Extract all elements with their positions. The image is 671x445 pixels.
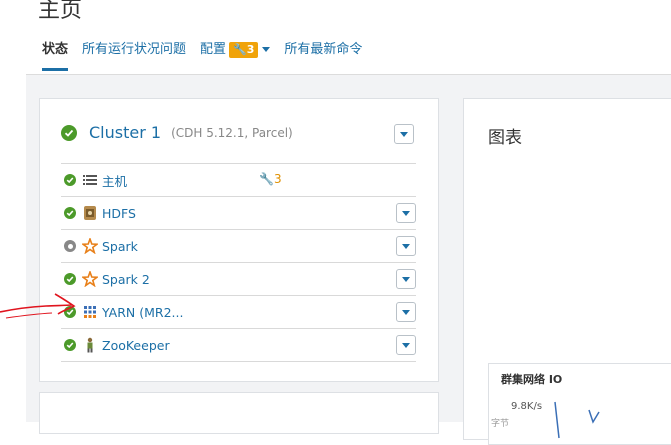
- service-name-link[interactable]: YARN (MR2...: [102, 305, 183, 320]
- tab-recent-commands[interactable]: 所有最新命令: [284, 41, 362, 59]
- chart-y-tick: 9.8K/s: [511, 401, 543, 412]
- hdfs-icon: [82, 205, 98, 221]
- service-row-hdfs: HDFS: [61, 196, 416, 229]
- charts-title: 图表: [488, 128, 522, 148]
- chevron-down-icon[interactable]: [262, 47, 271, 52]
- service-row-yarn: YARN (MR2...: [61, 295, 416, 328]
- chart-plot: [554, 401, 600, 439]
- charts-panel: 图表 群集网络 IO 9.8K/s 字节: [463, 98, 671, 445]
- service-actions-dropdown[interactable]: [396, 335, 416, 355]
- config-issues-badge[interactable]: 🔧3: [229, 42, 259, 58]
- service-list: 主机 🔧 3 HDFS Spark Spark 2 YARN (MR2... Z…: [61, 163, 416, 362]
- service-actions-dropdown[interactable]: [396, 236, 416, 256]
- tab-health-issues[interactable]: 所有运行状况问题: [82, 41, 186, 59]
- page-header: 主页 状态 所有运行状况问题 配置 🔧3 所有最新命令: [26, 0, 671, 75]
- tab-configuration-label: 配置: [200, 42, 227, 57]
- wrench-icon: 🔧: [259, 172, 274, 186]
- chart-y-label: 字节: [491, 419, 510, 429]
- page: 主页 状态 所有运行状况问题 配置 🔧3 所有最新命令 Cluster 1 (CD…: [26, 0, 671, 445]
- service-name-link[interactable]: 主机: [102, 171, 127, 190]
- page-title: 主页: [38, 0, 83, 23]
- service-row-spark: Spark: [61, 229, 416, 262]
- cluster-header: Cluster 1 (CDH 5.12.1, Parcel): [61, 123, 293, 142]
- list-icon: [82, 172, 98, 188]
- hosts-config-issues[interactable]: 🔧 3: [259, 172, 282, 186]
- service-actions-dropdown[interactable]: [396, 269, 416, 289]
- cluster-status-ok-icon: [61, 124, 77, 141]
- tab-status[interactable]: 状态: [42, 41, 69, 71]
- service-row-spark2: Spark 2: [61, 262, 416, 295]
- status-stopped-icon: [64, 240, 76, 252]
- network-io-chart[interactable]: 群集网络 IO 9.8K/s 字节: [488, 363, 671, 445]
- chart-title: 群集网络 IO: [501, 373, 563, 386]
- cluster-version: (CDH 5.12.1, Parcel): [171, 125, 293, 140]
- tab-configuration[interactable]: 配置 🔧3: [200, 41, 271, 59]
- zookeeper-icon: [82, 337, 98, 353]
- service-row-zookeeper: ZooKeeper: [61, 328, 416, 362]
- left-sidebar: [0, 0, 27, 422]
- tab-bar: 状态 所有运行状况问题 配置 🔧3 所有最新命令: [42, 41, 376, 74]
- wrench-icon: 🔧: [233, 43, 247, 56]
- spark-icon: [82, 238, 98, 254]
- yarn-icon: [82, 304, 98, 320]
- hosts-config-issues-count: 3: [273, 172, 282, 186]
- status-ok-icon: [64, 273, 76, 285]
- cluster-panel: Cluster 1 (CDH 5.12.1, Parcel) 主机 🔧 3 HDF…: [39, 98, 439, 382]
- config-issues-count: 3: [246, 43, 255, 56]
- status-ok-icon: [64, 207, 76, 219]
- service-actions-dropdown[interactable]: [396, 203, 416, 223]
- service-name-link[interactable]: ZooKeeper: [102, 338, 170, 353]
- status-ok-icon: [64, 174, 76, 186]
- cluster-actions-dropdown[interactable]: [394, 124, 414, 144]
- service-name-link[interactable]: Spark: [102, 239, 138, 254]
- status-ok-icon: [64, 339, 76, 351]
- service-row-hosts: 主机 🔧 3: [61, 163, 416, 196]
- status-ok-icon: [64, 306, 76, 318]
- secondary-panel: [39, 392, 439, 434]
- cluster-name-link[interactable]: Cluster 1: [89, 123, 161, 142]
- service-name-link[interactable]: Spark 2: [102, 272, 150, 287]
- service-actions-dropdown[interactable]: [396, 302, 416, 322]
- spark-icon: [82, 271, 98, 287]
- service-name-link[interactable]: HDFS: [102, 206, 136, 221]
